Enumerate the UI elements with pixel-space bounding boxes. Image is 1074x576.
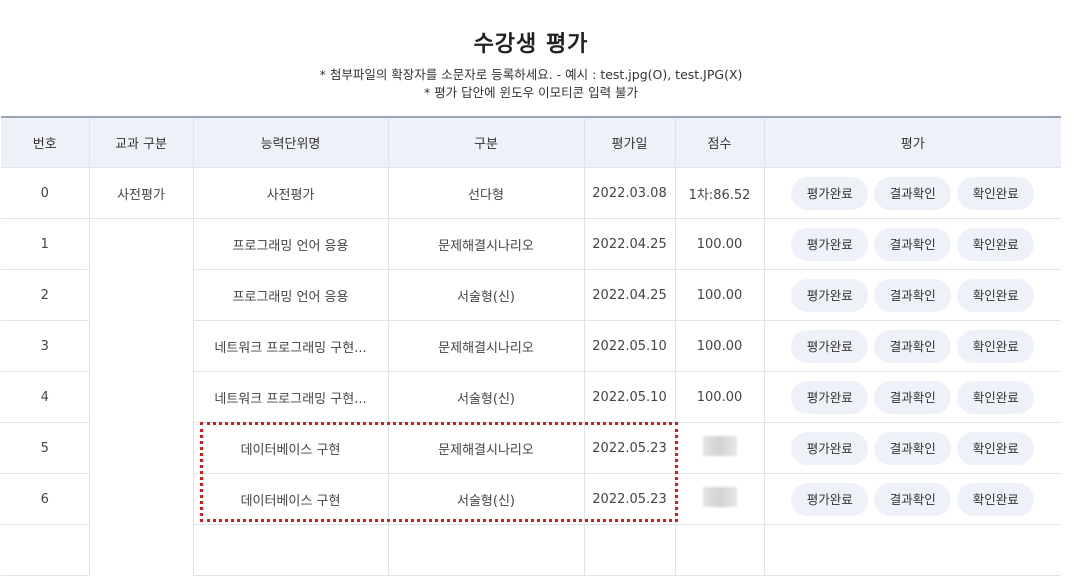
cell-no: 3 bbox=[1, 320, 90, 372]
cell-actions: 평가완료 결과확인 확인완료 bbox=[764, 218, 1061, 270]
cell-date: 2022.03.08 bbox=[584, 167, 676, 219]
cell-date: 2022.05.10 bbox=[584, 371, 676, 423]
cell-unit-name: 프로그래밍 언어 응용 bbox=[193, 269, 389, 321]
eval-done-button[interactable]: 평가완료 bbox=[791, 176, 869, 210]
notice-extension: * 첨부파일의 확장자를 소문자로 등록하세요. - 예시 : test.jpg… bbox=[319, 67, 743, 82]
cell-score-redacted bbox=[675, 422, 765, 474]
cell-no: 6 bbox=[1, 473, 90, 525]
cell-no: 5 bbox=[1, 422, 90, 474]
result-check-button[interactable]: 결과확인 bbox=[874, 176, 952, 210]
cell-no bbox=[1, 524, 90, 576]
cell-unit-name: 네트워크 프로그래밍 구현... bbox=[193, 371, 389, 423]
cell-type: 선다형 bbox=[388, 167, 585, 219]
eval-done-button[interactable]: 평가완료 bbox=[791, 227, 869, 261]
header-evaluation: 평가 bbox=[764, 116, 1061, 168]
redacted-score bbox=[702, 487, 737, 507]
cell-actions: 평가완료 결과확인 확인완료 bbox=[764, 473, 1061, 525]
cell-actions: 평가완료 결과확인 확인완료 bbox=[764, 167, 1061, 219]
evaluation-table: 번호 교과 구분 능력단위명 구분 평가일 점수 평가 0 사전평가 사전평가 … bbox=[1, 116, 1061, 576]
result-check-button[interactable]: 결과확인 bbox=[874, 329, 952, 363]
cell-date bbox=[584, 524, 676, 576]
table-row: 0 사전평가 사전평가 선다형 2022.03.08 1차:86.52 평가완료… bbox=[1, 167, 1061, 219]
cell-score: 100.00 bbox=[675, 269, 765, 321]
cell-type: 문제해결시나리오 bbox=[388, 218, 585, 270]
cell-actions: 평가완료 결과확인 확인완료 bbox=[764, 422, 1061, 474]
cell-score-redacted bbox=[675, 473, 765, 525]
cell-date: 2022.05.10 bbox=[584, 320, 676, 372]
cell-unit-name: 데이터베이스 구현 bbox=[193, 422, 389, 474]
confirm-done-button[interactable]: 확인완료 bbox=[957, 380, 1035, 414]
cell-score bbox=[675, 524, 765, 576]
header-unit-name: 능력단위명 bbox=[193, 116, 389, 168]
cell-category: 사전평가 bbox=[89, 167, 194, 219]
confirm-done-button[interactable]: 확인완료 bbox=[957, 431, 1035, 465]
cell-no: 1 bbox=[1, 218, 90, 270]
header-score: 점수 bbox=[675, 116, 765, 168]
cell-type: 서술형(신) bbox=[388, 473, 585, 525]
cell-type: 서술형(신) bbox=[388, 371, 585, 423]
eval-done-button[interactable]: 평가완료 bbox=[791, 380, 869, 414]
cell-date: 2022.04.25 bbox=[584, 269, 676, 321]
cell-category-merged bbox=[89, 218, 194, 576]
confirm-done-button[interactable]: 확인완료 bbox=[957, 482, 1035, 516]
cell-no: 4 bbox=[1, 371, 90, 423]
cell-date: 2022.04.25 bbox=[584, 218, 676, 270]
cell-unit-name: 사전평가 bbox=[193, 167, 389, 219]
confirm-done-button[interactable]: 확인완료 bbox=[957, 227, 1035, 261]
eval-done-button[interactable]: 평가완료 bbox=[791, 329, 869, 363]
cell-type: 문제해결시나리오 bbox=[388, 422, 585, 474]
table-header-row: 번호 교과 구분 능력단위명 구분 평가일 점수 평가 bbox=[1, 116, 1061, 168]
cell-unit-name: 데이터베이스 구현 bbox=[193, 473, 389, 525]
result-check-button[interactable]: 결과확인 bbox=[874, 278, 952, 312]
header-no: 번호 bbox=[1, 116, 90, 168]
result-check-button[interactable]: 결과확인 bbox=[874, 227, 952, 261]
cell-unit-name bbox=[193, 524, 389, 576]
cell-type bbox=[388, 524, 585, 576]
result-check-button[interactable]: 결과확인 bbox=[874, 431, 952, 465]
cell-unit-name: 프로그래밍 언어 응용 bbox=[193, 218, 389, 270]
confirm-done-button[interactable]: 확인완료 bbox=[957, 278, 1035, 312]
cell-score: 1차:86.52 bbox=[675, 167, 765, 219]
redacted-score bbox=[702, 436, 737, 456]
cell-date: 2022.05.23 bbox=[584, 422, 676, 474]
cell-score: 100.00 bbox=[675, 371, 765, 423]
cell-type: 서술형(신) bbox=[388, 269, 585, 321]
cell-date: 2022.05.23 bbox=[584, 473, 676, 525]
header-type: 구분 bbox=[388, 116, 585, 168]
cell-type: 문제해결시나리오 bbox=[388, 320, 585, 372]
notice-emoji: * 평가 답안에 윈도우 이모티콘 입력 불가 bbox=[423, 85, 639, 100]
cell-no: 2 bbox=[1, 269, 90, 321]
header-date: 평가일 bbox=[584, 116, 676, 168]
cell-score: 100.00 bbox=[675, 218, 765, 270]
cell-actions bbox=[764, 524, 1061, 576]
eval-done-button[interactable]: 평가완료 bbox=[791, 482, 869, 516]
cell-actions: 평가완료 결과확인 확인완료 bbox=[764, 371, 1061, 423]
eval-done-button[interactable]: 평가완료 bbox=[791, 431, 869, 465]
cell-actions: 평가완료 결과확인 확인완료 bbox=[764, 320, 1061, 372]
header-category: 교과 구분 bbox=[89, 116, 194, 168]
result-check-button[interactable]: 결과확인 bbox=[874, 380, 952, 414]
cell-no: 0 bbox=[1, 167, 90, 219]
cell-actions: 평가완료 결과확인 확인완료 bbox=[764, 269, 1061, 321]
confirm-done-button[interactable]: 확인완료 bbox=[957, 329, 1035, 363]
eval-done-button[interactable]: 평가완료 bbox=[791, 278, 869, 312]
confirm-done-button[interactable]: 확인완료 bbox=[957, 176, 1035, 210]
page-title: 수강생 평가 bbox=[473, 32, 589, 57]
cell-unit-name: 네트워크 프로그래밍 구현... bbox=[193, 320, 389, 372]
cell-score: 100.00 bbox=[675, 320, 765, 372]
table-row: 1 프로그래밍 언어 응용 문제해결시나리오 2022.04.25 100.00… bbox=[1, 218, 1061, 576]
result-check-button[interactable]: 결과확인 bbox=[874, 482, 952, 516]
